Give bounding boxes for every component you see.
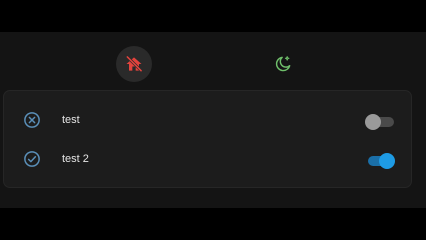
check-circle-icon — [24, 151, 40, 167]
home-off-icon — [126, 55, 143, 72]
close-circle-icon — [24, 112, 40, 128]
item-label: test 2 — [62, 153, 89, 165]
away-mode-button[interactable] — [116, 46, 152, 82]
night-mode-button[interactable] — [265, 46, 301, 82]
list-item: test — [4, 101, 411, 139]
toggle-thumb — [379, 153, 395, 169]
item-label: test — [62, 114, 80, 126]
list-item: test 2 — [4, 140, 411, 178]
items-card: test test 2 — [3, 90, 412, 188]
moon-star-icon — [275, 56, 291, 72]
item-toggle[interactable] — [365, 113, 395, 130]
item-toggle[interactable] — [365, 152, 395, 169]
toggle-thumb — [365, 114, 381, 130]
